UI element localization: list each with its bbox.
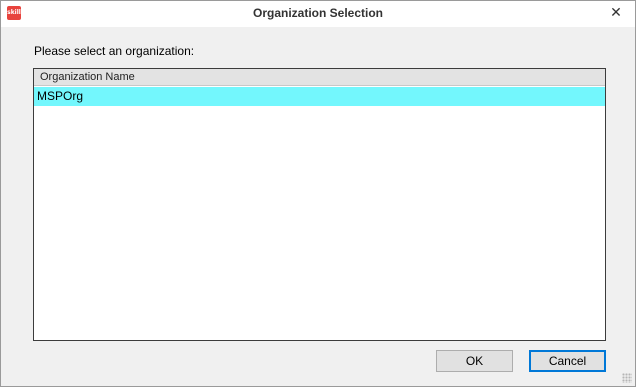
cancel-button[interactable]: Cancel (529, 350, 606, 372)
list-item[interactable]: MSPOrg (34, 87, 605, 106)
prompt-label: Please select an organization: (34, 44, 195, 58)
title-bar: skill Organization Selection ✕ (1, 1, 635, 27)
resize-grip-icon[interactable] (622, 373, 632, 383)
organization-selection-dialog: skill Organization Selection ✕ Please se… (0, 0, 636, 387)
window-title: Organization Selection (252, 6, 384, 20)
close-icon[interactable]: ✕ (605, 3, 627, 23)
organization-list[interactable]: Organization Name MSPOrg (33, 68, 606, 341)
column-header-organization-name[interactable]: Organization Name (34, 69, 605, 86)
ok-button[interactable]: OK (436, 350, 513, 372)
